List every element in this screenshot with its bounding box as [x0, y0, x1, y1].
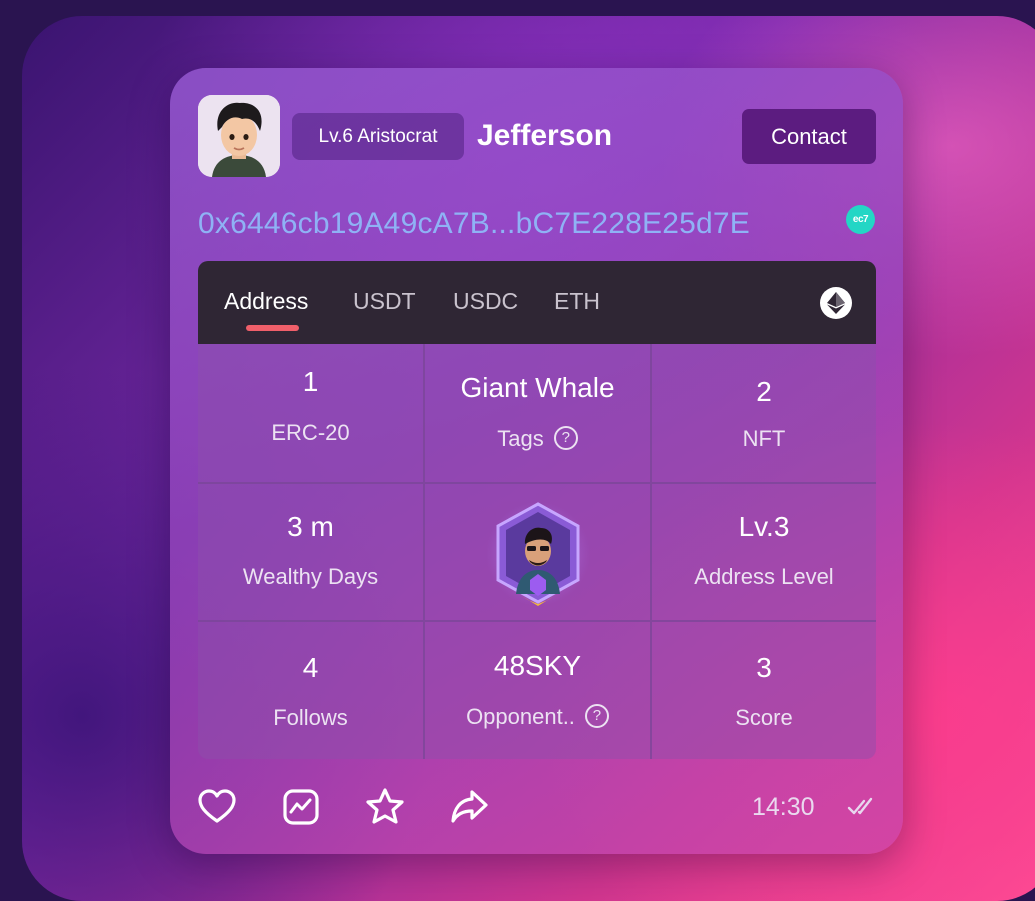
stat-value: 3 — [756, 652, 772, 683]
help-icon[interactable]: ? — [584, 704, 609, 729]
tab-address[interactable]: Address — [224, 283, 308, 319]
stat-label: Score — [735, 705, 793, 730]
stat-label: ERC-20 — [271, 420, 350, 445]
ethereum-icon[interactable] — [820, 287, 852, 319]
username: Jefferson — [477, 119, 613, 152]
stat-value: 4 — [302, 652, 319, 683]
stat-label: Address Level — [694, 564, 834, 589]
center-avatar-cell — [425, 484, 652, 622]
active-tab-indicator — [246, 325, 299, 331]
profile-card: Lv.6 Aristocrat Jefferson Contact 0x6446… — [170, 68, 903, 854]
stat-label-row: Opponent..? — [425, 704, 650, 730]
stat-label: Tags — [497, 426, 544, 451]
stat-tags[interactable]: Giant Whale Tags? — [425, 344, 652, 484]
stat-label-row: Tags? — [425, 426, 650, 452]
stat-follows[interactable]: 4 Follows — [198, 622, 425, 759]
stat-value: 48SKY — [493, 650, 582, 681]
help-icon[interactable]: ? — [553, 426, 578, 451]
stat-wealthy-days[interactable]: 3 m Wealthy Days — [198, 484, 425, 622]
stat-score[interactable]: 3 Score — [652, 622, 876, 759]
heart-icon[interactable] — [196, 786, 238, 828]
stat-value: 1 — [302, 366, 319, 397]
tab-usdc[interactable]: USDC — [453, 283, 518, 319]
chain-logo-text: ec7 — [852, 214, 869, 225]
tab-usdt[interactable]: USDT — [353, 283, 416, 319]
contact-button[interactable]: Contact — [742, 109, 876, 164]
tab-eth[interactable]: ETH — [554, 283, 600, 319]
stat-label: Opponent.. — [466, 704, 575, 729]
stat-erc20[interactable]: 1 ERC-20 — [198, 344, 425, 484]
stat-label: Follows — [273, 705, 348, 730]
chart-icon[interactable] — [280, 786, 322, 828]
stat-value: 3 m — [287, 511, 334, 542]
stat-address-level[interactable]: Lv.3 Address Level — [652, 484, 876, 622]
chain-logo-icon[interactable]: ec7 — [846, 205, 875, 234]
level-badge: Lv.6 Aristocrat — [292, 113, 464, 160]
stat-label: Wealthy Days — [242, 564, 379, 589]
stats-table: Address USDT USDC ETH 1 ERC-20 Giant Wha… — [198, 261, 876, 759]
stats-grid: 1 ERC-20 Giant Whale Tags? 2 NFT 3 m Wea… — [198, 344, 876, 759]
stat-label: NFT — [742, 426, 786, 451]
stat-value: 2 — [756, 376, 772, 407]
stat-opponent[interactable]: 48SKY Opponent..? — [425, 622, 652, 759]
stat-nft[interactable]: 2 NFT — [652, 344, 876, 484]
user-avatar[interactable] — [198, 95, 280, 177]
character-badge-icon[interactable] — [486, 496, 590, 612]
timestamp: 14:30 — [752, 793, 815, 821]
stat-value: Lv.3 — [738, 511, 790, 542]
stat-value: Giant Whale — [460, 372, 615, 403]
wallet-address[interactable]: 0x6446cb19A49cA7B...bC7E228E25d7E — [198, 204, 750, 244]
share-icon[interactable] — [448, 786, 490, 828]
tab-bar: Address USDT USDC ETH — [198, 261, 876, 344]
double-check-icon — [846, 790, 878, 822]
star-icon[interactable] — [364, 786, 406, 828]
